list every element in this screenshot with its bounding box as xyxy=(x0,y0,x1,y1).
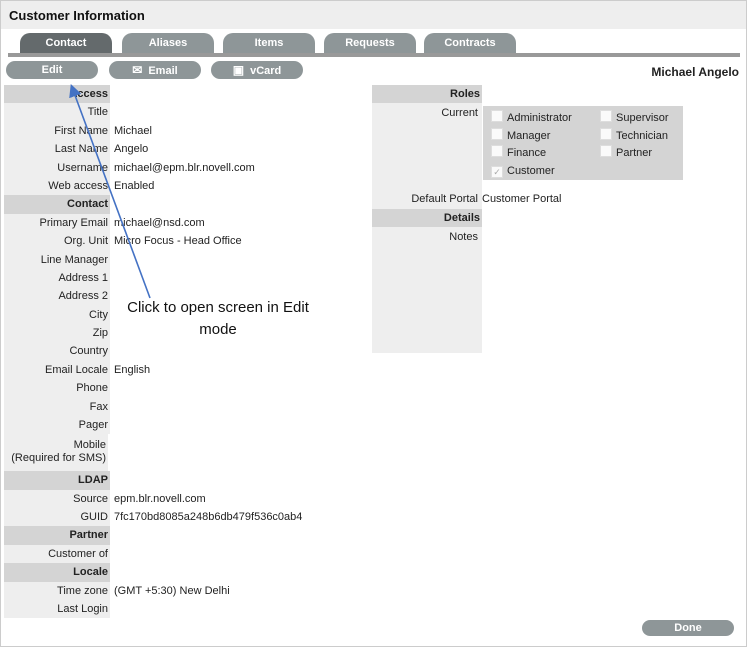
annotation-arrow xyxy=(69,83,151,299)
annotation-text: Click to open screen in Edit mode xyxy=(127,299,309,338)
done-button[interactable]: Done xyxy=(642,620,734,636)
